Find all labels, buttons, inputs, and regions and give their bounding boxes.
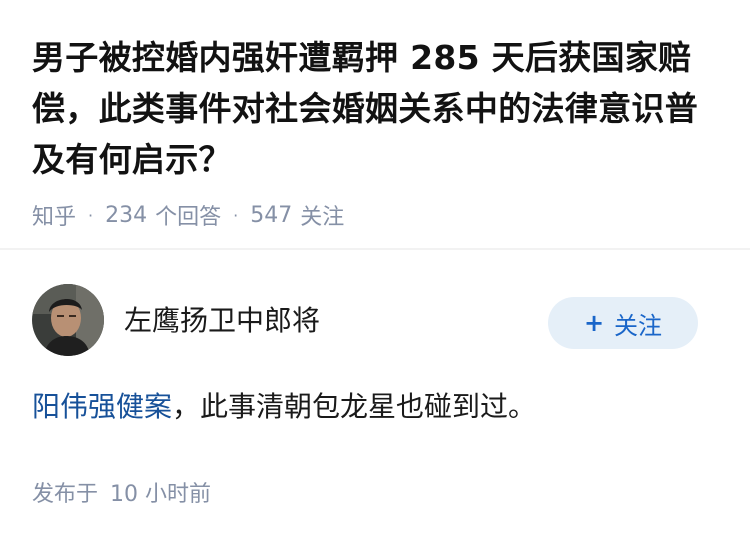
publish-time: 10 小时前 [110,482,212,507]
answer-card: 左鹰扬卫中郎将 + 关注 阳伟强健案，此事清朝包龙星也碰到过。 发布于 10 小时… [32,284,718,508]
author-row: 左鹰扬卫中郎将 + 关注 [32,284,718,356]
question-title[interactable]: 男子被控婚内强奸遭羁押 285 天后获国家赔偿，此类事件对社会婚姻关系中的法律意… [32,32,718,185]
avatar-image [32,284,104,356]
answer-count-unit[interactable]: 个回答 [155,199,221,231]
meta-separator: · [233,205,239,225]
content-link[interactable]: 阳伟强健案 [32,390,172,423]
answer-count: 234 [105,202,148,228]
section-divider [0,248,750,250]
question-meta: 知乎 · 234 个回答 · 547 关注 [32,199,718,231]
author-name[interactable]: 左鹰扬卫中郎将 [124,299,548,339]
publish-label: 发布于 [32,482,99,507]
answer-content: 阳伟强健案，此事清朝包龙星也碰到过。 [32,386,718,428]
content-text: ，此事清朝包龙星也碰到过。 [172,390,537,423]
publish-info: 发布于 10 小时前 [32,476,718,508]
follow-count: 547 [250,202,293,228]
follow-button-label: 关注 [614,311,663,340]
source-label[interactable]: 知乎 [32,199,76,231]
follow-button[interactable]: + 关注 [548,297,698,349]
plus-icon: + [583,309,605,337]
question-header: 男子被控婚内强奸遭羁押 285 天后获国家赔偿，此类事件对社会婚姻关系中的法律意… [0,0,750,231]
avatar[interactable] [32,284,104,356]
meta-separator: · [88,205,94,225]
follow-count-unit[interactable]: 关注 [300,199,344,231]
